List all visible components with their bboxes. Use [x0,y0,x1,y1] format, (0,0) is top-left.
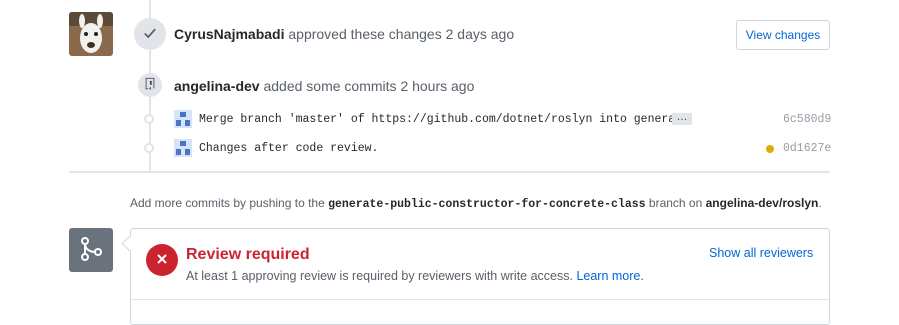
expand-commit-button[interactable]: … [672,112,692,125]
panel-divider [131,299,829,300]
hint-middle: branch on [648,196,703,210]
push-badge [138,73,162,97]
commit-sha-link[interactable]: 6c580d9 [783,113,831,126]
timeline-divider [69,171,830,173]
review-action: approved these changes [288,26,442,42]
check-icon [143,26,157,43]
commit-message-link[interactable]: Merge branch 'master' of https://github.… [199,113,682,126]
review-required-title: Review required [186,246,310,263]
commits-event-text: angelina-dev added some commits 2 hours … [174,78,474,94]
commit-author-avatar[interactable] [174,139,192,157]
commit-sha-link[interactable]: 0d1627e [783,142,831,155]
commits-action: added some commits [263,78,397,94]
review-event-text: CyrusNajmabadi approved these changes 2 … [174,26,514,42]
hint-prefix: Add more commits by pushing to the [130,196,325,210]
commits-time[interactable]: 2 hours ago [400,78,474,94]
review-required-text: At least 1 approving review is required … [186,269,573,283]
approved-badge [134,18,166,50]
commit-dot [144,143,154,153]
x-icon [156,252,168,268]
push-hint: Add more commits by pushing to the gener… [130,196,822,211]
repo-push-icon [144,77,156,94]
commits-author-link[interactable]: angelina-dev [174,78,260,94]
commit-message-link[interactable]: Changes after code review. [199,142,378,155]
review-author-link[interactable]: CyrusNajmabadi [174,26,284,42]
branch-name: generate-public-constructor-for-concrete… [328,198,646,211]
hint-suffix: . [818,196,822,210]
learn-more-link[interactable]: Learn more. [576,269,643,283]
commit-dot [144,114,154,124]
review-time[interactable]: 2 days ago [446,26,515,42]
view-changes-button[interactable]: View changes [736,20,830,50]
merge-status-box [69,228,113,272]
avatar[interactable] [69,12,113,56]
show-all-reviewers-link[interactable]: Show all reviewers [709,246,813,260]
repo-name: angelina-dev/roslyn [705,196,819,210]
commit-author-avatar[interactable] [174,110,192,128]
git-merge-icon [79,236,103,265]
review-required-description: At least 1 approving review is required … [186,269,644,283]
pending-status-icon[interactable] [766,145,774,153]
failure-badge [146,244,178,276]
